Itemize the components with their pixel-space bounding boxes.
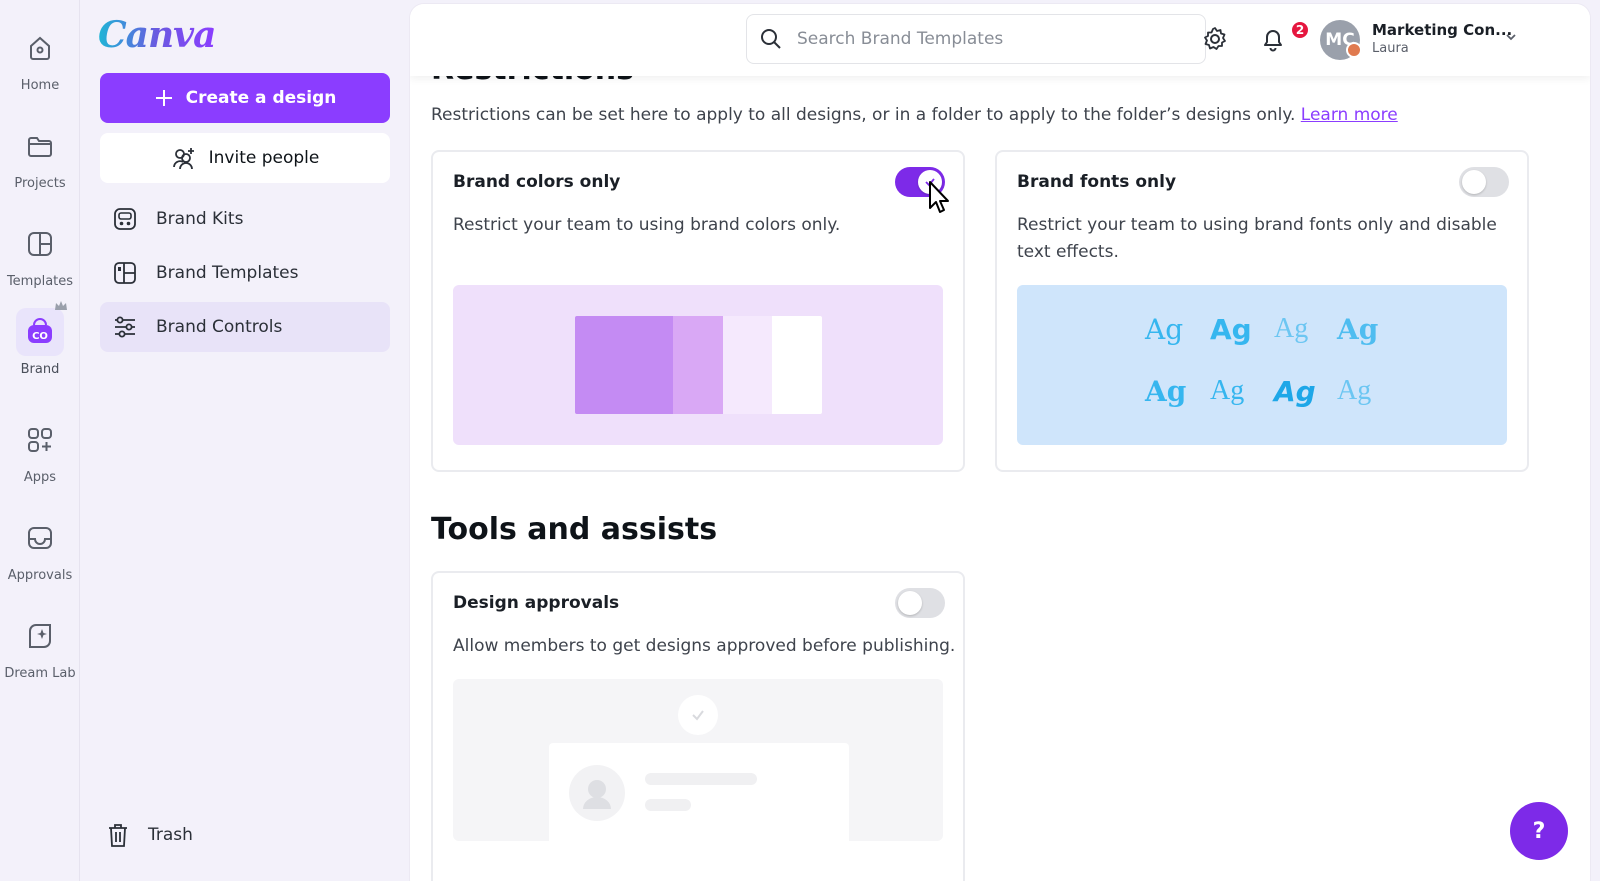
card-description: Restrict your team to using brand colors…	[453, 215, 841, 235]
font-sample: Ag	[1145, 375, 1187, 408]
create-design-button[interactable]: Create a design	[100, 73, 390, 123]
invite-people-button[interactable]: Invite people	[100, 133, 390, 183]
section-title-tools: Tools and assists	[431, 512, 718, 547]
font-sample: Ag	[1274, 375, 1316, 408]
rail-label: Templates	[6, 274, 74, 289]
font-sample: Ag	[1145, 313, 1184, 346]
settings-button[interactable]	[1200, 24, 1230, 54]
sliders-icon	[115, 316, 135, 338]
dream-lab-icon	[16, 612, 64, 660]
design-approvals-toggle[interactable]	[895, 588, 945, 618]
search-box[interactable]	[746, 14, 1206, 64]
restrictions-description-text: Restrictions can be set here to apply to…	[431, 105, 1296, 125]
rail-label: Apps	[23, 470, 57, 485]
rail-item-dream-lab[interactable]: Dream Lab	[0, 598, 80, 688]
main-panel: Restrictions Restrictions can be set her…	[410, 4, 1590, 881]
help-button[interactable]: ?	[1510, 802, 1568, 860]
trash-icon	[109, 824, 127, 847]
design-approvals-card: Design approvals Allow members to get de…	[431, 571, 965, 881]
apps-icon	[16, 416, 64, 464]
brand-templates-icon	[114, 262, 136, 284]
rail-label: Approvals	[7, 568, 73, 583]
color-swatch	[575, 316, 673, 414]
invite-people-icon	[172, 148, 194, 170]
invite-people-label: Invite people	[208, 148, 320, 168]
templates-icon	[16, 220, 64, 268]
search-input[interactable]	[797, 29, 1177, 49]
font-sample: Ag	[1337, 375, 1372, 406]
bell-icon	[1264, 30, 1282, 52]
rail-label: Brand	[20, 362, 60, 377]
brand-colors-preview	[453, 285, 943, 445]
brand-icon: CO	[16, 308, 64, 356]
trash-label: Trash	[148, 825, 193, 845]
sidebar: Canva Create a design Invite people Bran…	[80, 0, 410, 881]
font-sample: Ag	[1210, 313, 1252, 346]
crown-icon	[55, 301, 67, 310]
top-bar: 2 MC Marketing Con... Laura	[410, 4, 1590, 76]
card-title: Brand fonts only	[1017, 172, 1177, 192]
brand-kit-icon	[114, 208, 136, 230]
gear-icon	[1204, 27, 1226, 50]
rail-item-templates[interactable]: Templates	[0, 206, 80, 296]
avatar-placeholder-icon	[569, 765, 625, 821]
approval-request-placeholder	[549, 743, 849, 841]
account-name[interactable]: Marketing Con...	[1372, 21, 1512, 39]
notifications-button[interactable]	[1258, 24, 1288, 54]
home-icon	[16, 24, 64, 72]
search-icon	[761, 29, 781, 49]
brand-fonts-toggle[interactable]	[1459, 167, 1509, 197]
brand-fonts-preview: Ag Ag Ag Ag Ag Ag Ag Ag	[1017, 285, 1507, 445]
font-sample: Ag	[1210, 375, 1245, 406]
card-title: Design approvals	[453, 593, 620, 613]
left-rail: Home Projects Templates CO Brand Apps Ap…	[0, 0, 80, 881]
sidebar-item-label: Brand Templates	[156, 263, 299, 283]
font-sample: Ag	[1337, 313, 1379, 346]
text-placeholder	[645, 773, 757, 785]
rail-item-home[interactable]: Home	[0, 10, 80, 100]
svg-text:CO: CO	[32, 331, 48, 342]
color-swatch	[723, 316, 772, 414]
design-approvals-preview	[453, 679, 943, 841]
notification-count-badge: 2	[1290, 20, 1310, 40]
sidebar-item-brand-templates[interactable]: Brand Templates	[100, 248, 390, 298]
rail-label: Home	[20, 78, 60, 93]
check-icon	[678, 695, 718, 735]
restrictions-description: Restrictions can be set here to apply to…	[431, 105, 1398, 125]
sidebar-item-brand-kits[interactable]: Brand Kits	[100, 194, 390, 244]
account-user: Laura	[1372, 41, 1409, 56]
canva-logo[interactable]: Canva	[98, 14, 216, 56]
rail-item-apps[interactable]: Apps	[0, 402, 80, 492]
rail-item-brand[interactable]: CO Brand	[0, 294, 80, 384]
toggle-knob	[898, 591, 922, 615]
sidebar-item-label: Brand Controls	[156, 317, 283, 337]
rail-item-projects[interactable]: Projects	[0, 108, 80, 198]
rail-label: Dream Lab	[4, 666, 76, 681]
toggle-knob	[1462, 170, 1486, 194]
folder-icon	[16, 122, 64, 170]
text-placeholder	[645, 799, 691, 811]
inbox-icon	[16, 514, 64, 562]
card-description: Allow members to get designs approved be…	[453, 636, 956, 656]
color-swatch	[772, 316, 822, 414]
rail-item-approvals[interactable]: Approvals	[0, 500, 80, 590]
sidebar-item-trash[interactable]: Trash	[106, 822, 193, 848]
brand-colors-card: Brand colors only Restrict your team to …	[431, 150, 965, 472]
mouse-cursor-icon	[929, 181, 949, 213]
create-design-label: Create a design	[185, 88, 337, 108]
brand-fonts-card: Brand fonts only Restrict your team to u…	[995, 150, 1529, 472]
sidebar-item-brand-controls[interactable]: Brand Controls	[100, 302, 390, 352]
font-sample: Ag	[1274, 313, 1309, 344]
card-description: Restrict your team to using brand fonts …	[1017, 215, 1497, 262]
sidebar-item-label: Brand Kits	[156, 209, 244, 229]
color-swatch	[673, 316, 723, 414]
chevron-down-icon[interactable]	[1504, 30, 1518, 44]
card-title: Brand colors only	[453, 172, 621, 192]
rail-label: Projects	[14, 176, 66, 191]
learn-more-link[interactable]: Learn more	[1301, 105, 1398, 125]
user-avatar-mini	[1346, 42, 1362, 58]
plus-icon	[155, 90, 172, 106]
